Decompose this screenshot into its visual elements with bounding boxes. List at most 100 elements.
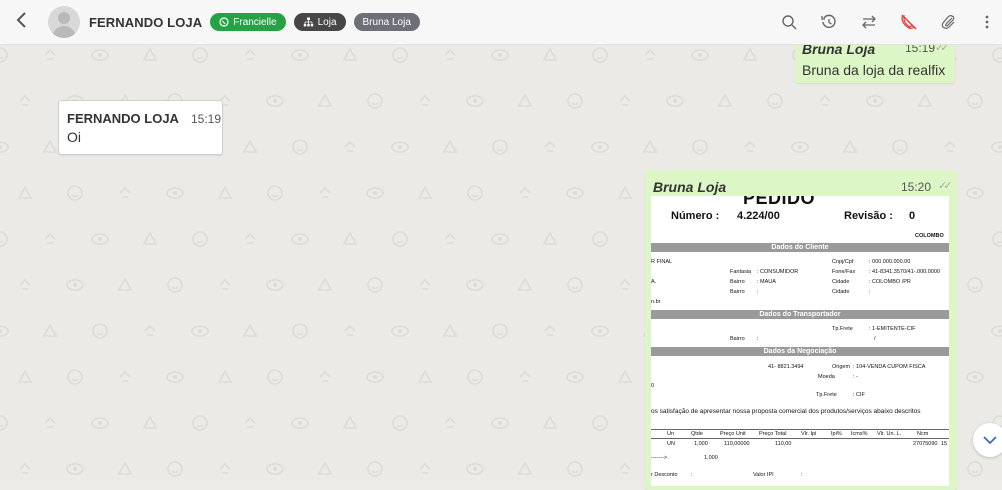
table-header: Preço Unit: [720, 431, 746, 437]
doc-label: Fone/Fax: [832, 269, 856, 275]
transfer-icon: [862, 15, 876, 29]
doodle: [467, 185, 483, 201]
doc-value: : MAUA: [757, 279, 776, 285]
doodle: [591, 141, 609, 153]
doc-text: 0: [651, 383, 655, 389]
table-cell: 110,00000: [724, 441, 750, 447]
doodle: [717, 93, 733, 107]
doodle: [342, 415, 358, 429]
doc-label: Bairro: [730, 279, 745, 285]
doodle: [566, 371, 584, 383]
tag-francielle[interactable]: Francielle: [210, 13, 286, 31]
doodle: [491, 49, 509, 61]
doodle: [991, 325, 1002, 337]
doodle: [191, 325, 209, 337]
table-header: Un: [667, 431, 675, 437]
doodle: [392, 231, 408, 247]
doodle: [267, 369, 283, 385]
doodle: [0, 231, 8, 247]
doodle: [342, 231, 358, 245]
doc-value: :: [801, 472, 803, 478]
doodle: [992, 231, 1002, 247]
doodle: [592, 47, 608, 63]
tag-label: Francielle: [233, 16, 277, 28]
doodle: [19, 94, 31, 106]
tag-label: Loja: [317, 16, 337, 28]
order-document-image[interactable]: PEDIDO Número : 4.224/00 Revisão : 0 COL…: [651, 196, 949, 486]
doodle: [517, 93, 533, 107]
doc-value: : 000.000.000.00: [869, 259, 911, 265]
doodle: [117, 277, 133, 291]
search-button[interactable]: [780, 13, 798, 31]
doodle: [42, 139, 58, 153]
doodle: [542, 231, 558, 245]
doodle: [166, 187, 184, 199]
doc-label: Moeda: [818, 374, 835, 380]
transfer-button[interactable]: [860, 13, 878, 31]
doodle: [392, 415, 408, 431]
doodle: [492, 323, 508, 339]
doodle: [117, 461, 133, 475]
paperclip-icon: [941, 15, 955, 29]
doodle: [367, 277, 383, 293]
doodle: [167, 277, 183, 293]
doodle: [444, 48, 456, 60]
doc-label: Fantasia: [730, 269, 752, 275]
back-button[interactable]: [16, 11, 30, 33]
double-check-icon: ✓✓: [938, 180, 953, 192]
doodle: [944, 140, 956, 152]
doodle: [419, 94, 431, 106]
doodle: [367, 93, 383, 109]
doc-label: Cidade: [832, 289, 850, 295]
end-call-icon: [901, 14, 917, 30]
doodle: [266, 279, 284, 291]
doodle: [966, 371, 984, 383]
doodle: [119, 370, 131, 382]
doc-text: A.: [651, 279, 657, 285]
doc-value: : 104-VENDA CUPOM FISCA: [853, 364, 926, 370]
doodle: [567, 461, 583, 477]
doodle: [367, 461, 383, 477]
doodle: [542, 47, 558, 61]
doodle: [217, 185, 233, 199]
doodle: [44, 48, 56, 60]
doodle: [19, 278, 31, 290]
doc-label: Cidade: [832, 279, 850, 285]
doodle: [444, 416, 456, 428]
more-button[interactable]: [984, 13, 990, 31]
doodle: [617, 369, 633, 383]
doodle: [366, 371, 384, 383]
doodle: [219, 462, 231, 474]
section-header: Dados do Cliente: [651, 243, 949, 252]
doodle: [317, 461, 333, 475]
avatar[interactable]: [48, 6, 80, 38]
doodle: [892, 139, 908, 155]
end-call-button[interactable]: [900, 13, 918, 31]
doodle: [967, 277, 983, 293]
doodle: [991, 141, 1002, 153]
doodle: [344, 324, 356, 336]
doc-value: : -: [853, 374, 858, 380]
tag-bruna-loja[interactable]: Bruna Loja: [353, 13, 420, 31]
doodle: [544, 324, 556, 336]
doc-label: Cnpj/Cpf: [832, 259, 854, 265]
doodle: [91, 233, 109, 245]
scroll-down-button[interactable]: [973, 423, 1002, 457]
message-incoming[interactable]: FERNANDO LOJA 15:19 Oi: [58, 100, 223, 155]
attach-button[interactable]: [940, 13, 958, 31]
doodle: [192, 231, 208, 247]
doodle: [219, 278, 231, 290]
section-header: Dados da Negociação: [651, 347, 949, 356]
chevron-left-icon: [16, 11, 26, 28]
history-button[interactable]: [820, 13, 838, 31]
message-text: Bruna da loja da realfix: [802, 62, 946, 78]
message-text: Oi: [67, 129, 81, 145]
doc-label: Tp.Frete: [816, 392, 837, 398]
tag-loja[interactable]: Loja: [293, 13, 346, 31]
doodle: [317, 277, 333, 291]
doodle: [592, 231, 608, 247]
doodle: [967, 461, 983, 477]
table-header: Preço Total: [759, 431, 787, 437]
doodle: [466, 463, 484, 475]
doodle: [791, 141, 809, 153]
